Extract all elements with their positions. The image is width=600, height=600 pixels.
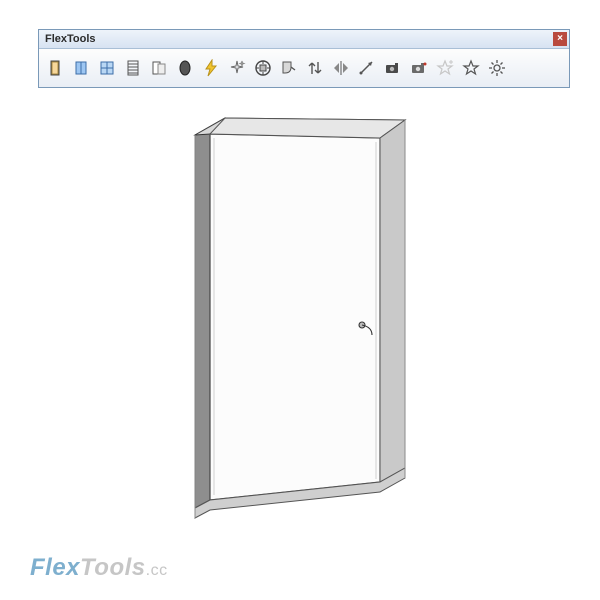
toolbar-title: FlexTools [45,33,96,45]
camera-1-icon [384,59,402,77]
flexwindow-icon [72,59,90,77]
flexdoor-button[interactable] [43,56,67,80]
flip-button[interactable] [329,56,353,80]
logo-flex: Flex [30,554,80,581]
model-viewport[interactable] [0,90,600,550]
favorite-button[interactable] [459,56,483,80]
component-finder-icon [254,59,272,77]
camera-2-icon [410,59,428,77]
flexsliding-button[interactable] [147,56,171,80]
camera-2-button[interactable] [407,56,431,80]
zap-icon [202,59,220,77]
logo-cc: .cc [146,562,168,579]
flexslats-button[interactable] [121,56,145,80]
flextools-toolbar-window: FlexTools × [38,29,570,88]
favorite-icon [462,59,480,77]
door-model [0,90,600,550]
elevation-arrows-icon [306,59,324,77]
flexslats-icon [124,59,142,77]
extend-button[interactable] [355,56,379,80]
flexwindow-button[interactable] [69,56,93,80]
favorite-add-icon [436,59,454,77]
elevation-arrows-button[interactable] [303,56,327,80]
flextools-logo: FlexTools.cc [30,554,168,582]
flexdoor-icon [46,59,64,77]
sparkle-button[interactable] [225,56,249,80]
flexsliding-icon [150,59,168,77]
component-finder-button[interactable] [251,56,275,80]
wallcutter-button[interactable] [277,56,301,80]
sparkle-icon [228,59,246,77]
flexwindow-grid-icon [98,59,116,77]
settings-icon [488,59,506,77]
zap-button[interactable] [199,56,223,80]
toolbar-titlebar[interactable]: FlexTools × [39,30,569,49]
flexoval-button[interactable] [173,56,197,80]
logo-tools: Tools [80,554,146,581]
extend-icon [358,59,376,77]
flip-icon [332,59,350,77]
flexwindow-grid-button[interactable] [95,56,119,80]
toolbar-row [39,49,569,87]
flexoval-icon [176,59,194,77]
favorite-add-button[interactable] [433,56,457,80]
settings-button[interactable] [485,56,509,80]
wallcutter-icon [280,59,298,77]
close-icon[interactable]: × [553,32,567,46]
camera-1-button[interactable] [381,56,405,80]
